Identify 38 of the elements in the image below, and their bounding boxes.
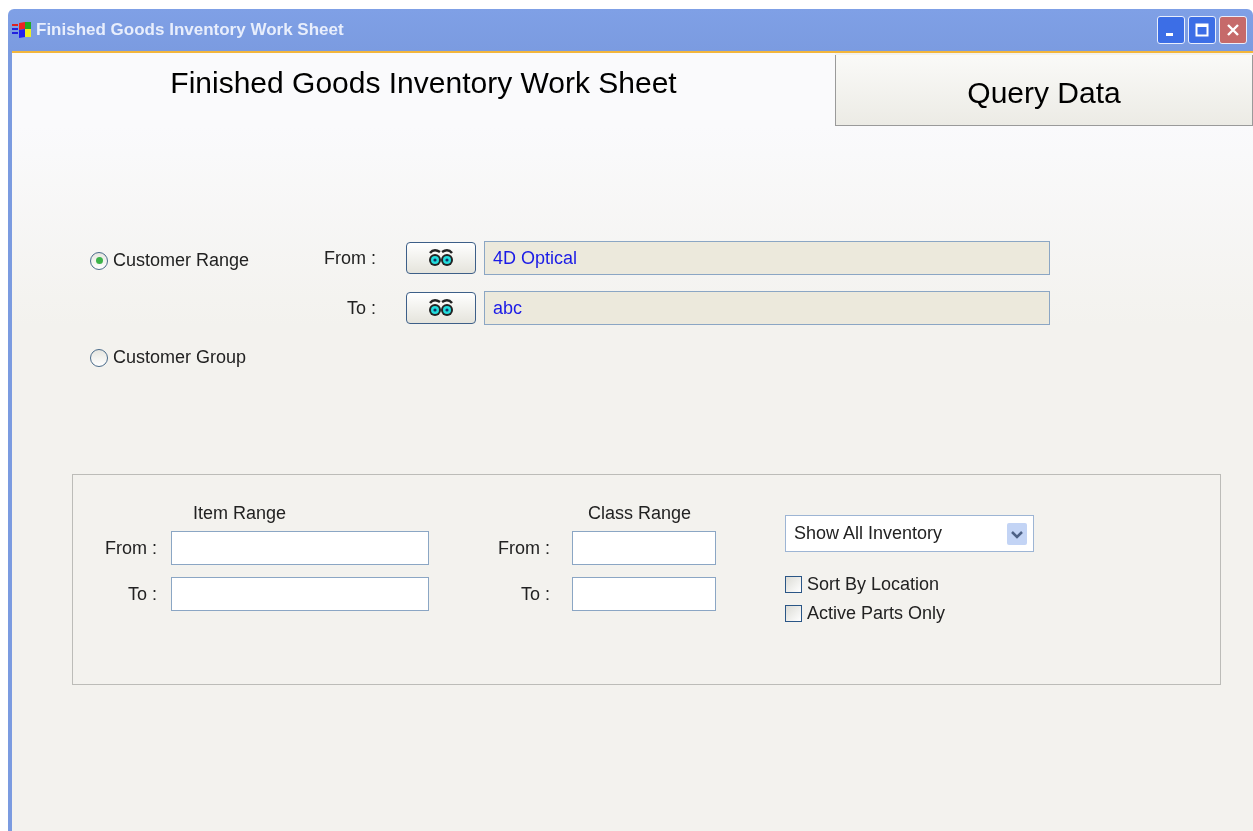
tab[interactable]: Query Data	[835, 55, 1253, 126]
radio-label: Customer Group	[113, 347, 247, 368]
app-icon	[12, 21, 32, 39]
checkbox[interactable]	[785, 576, 802, 593]
chevron-down-icon	[1007, 522, 1027, 545]
customer-from-field[interactable]: 4D Optical	[484, 241, 1050, 275]
to-label: To :	[520, 583, 550, 605]
to-label: To :	[127, 583, 157, 605]
checkbox-label: Active Parts Only	[807, 603, 946, 624]
class-range-title: Class Range	[588, 503, 693, 521]
class-from-field[interactable]	[572, 531, 716, 565]
minimize-icon	[1166, 32, 1173, 36]
maximize-icon	[1195, 23, 1209, 37]
minimize-button[interactable]	[1157, 16, 1185, 44]
from-label: From :	[497, 537, 550, 559]
from-label: From :	[323, 247, 376, 269]
tab[interactable]: Finished Goods Inventory Work Sheet	[12, 53, 835, 126]
binoculars-icon	[428, 297, 454, 319]
inventory-dropdown[interactable]: Show All Inventory	[785, 515, 1034, 552]
window-title: Finished Goods Inventory Work Sheet	[36, 20, 345, 40]
radio-label: Customer Range	[113, 250, 250, 271]
item-from-field[interactable]	[171, 531, 429, 565]
item-range-title: Item Range	[193, 503, 288, 521]
item-to-field[interactable]	[171, 577, 429, 611]
to-label: To :	[346, 297, 376, 319]
radio-button[interactable]	[90, 348, 108, 367]
lookup-button[interactable]	[406, 292, 476, 324]
radio-button[interactable]	[90, 251, 108, 270]
class-to-field[interactable]	[572, 577, 716, 611]
maximize-button[interactable]	[1188, 16, 1216, 44]
customer-to-field[interactable]: abc	[484, 291, 1050, 325]
checkbox-label: Sort By Location	[807, 574, 940, 595]
from-label: From :	[104, 537, 157, 559]
close-button[interactable]	[1219, 16, 1247, 44]
binoculars-icon	[428, 247, 454, 269]
checkbox[interactable]	[785, 605, 802, 622]
lookup-button[interactable]	[406, 242, 476, 274]
close-icon	[1226, 23, 1240, 37]
